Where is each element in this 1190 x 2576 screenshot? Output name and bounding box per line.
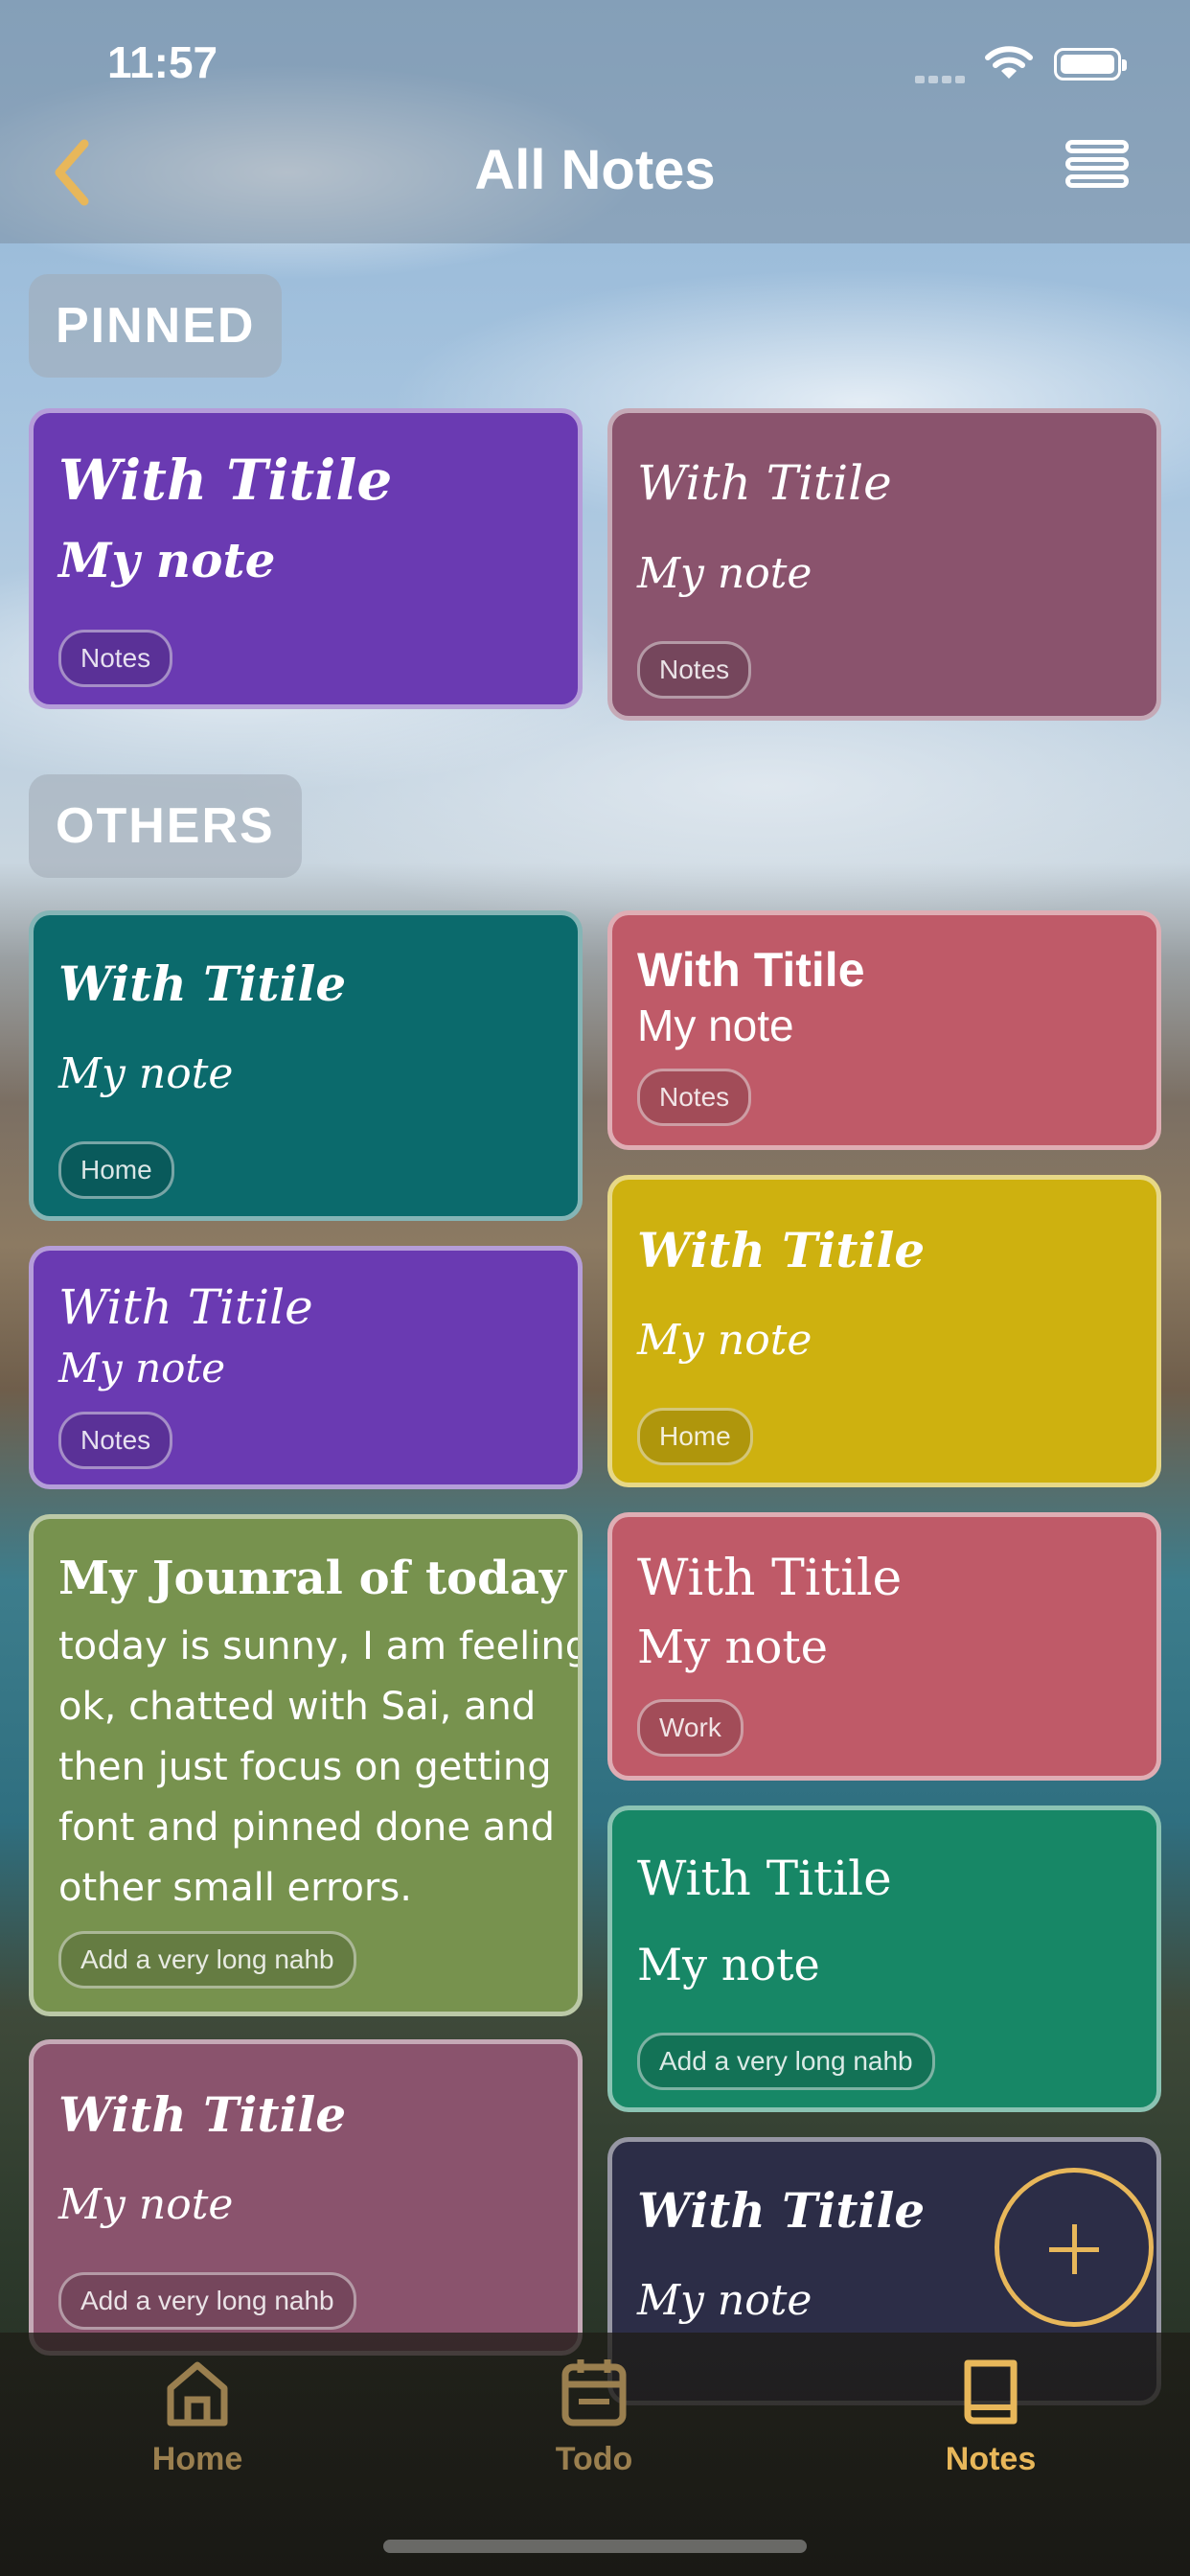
note-body: My note: [637, 549, 812, 598]
note-card[interactable]: My Jounral of today today is sunny, I am…: [29, 1514, 583, 2016]
tab-todo[interactable]: Todo: [498, 2354, 690, 2478]
note-title: With Titile: [637, 1222, 926, 1278]
tab-notes[interactable]: Notes: [895, 2354, 1087, 2478]
note-title: With Titile: [58, 1279, 313, 1335]
note-body: My note: [58, 532, 276, 588]
note-body: My note: [637, 1316, 812, 1365]
note-body: My note: [637, 2276, 812, 2325]
battery-icon: [1054, 48, 1127, 80]
note-tag[interactable]: Home: [637, 1408, 753, 1465]
page-title: All Notes: [474, 139, 716, 201]
note-tag[interactable]: Notes: [637, 1069, 752, 1126]
note-card[interactable]: With Titile My note Notes: [607, 910, 1161, 1150]
note-card[interactable]: With Titile My note Notes: [29, 1246, 583, 1489]
home-icon: [167, 2361, 228, 2426]
note-title: My Jounral of today: [58, 1552, 566, 1605]
add-note-button[interactable]: [995, 2168, 1154, 2327]
note-tag[interactable]: Add a very long nahb: [637, 2033, 935, 2090]
wifi-icon: [985, 46, 1033, 79]
note-tag[interactable]: Notes: [58, 630, 173, 687]
note-body: My note: [637, 1621, 829, 1674]
note-body: today is sunny, I am feeling ok, chatted…: [58, 1624, 583, 1910]
book-icon: [964, 2359, 1018, 2425]
status-time: 11:57: [107, 37, 218, 87]
note-card[interactable]: With Titile My note Work: [607, 1512, 1161, 1781]
cellular-signal-icon: [915, 71, 969, 83]
note-card[interactable]: With Titile My note Notes: [29, 408, 583, 709]
note-title: With Titile: [637, 1851, 892, 1906]
note-body: My note: [637, 1000, 794, 1050]
note-title: With Titile: [58, 2086, 347, 2143]
home-indicator[interactable]: [383, 2540, 807, 2553]
section-label-pinned: PINNED: [29, 274, 283, 378]
note-tag[interactable]: Work: [637, 1699, 744, 1757]
note-body: My note: [637, 1939, 820, 1990]
layout-menu-icon[interactable]: [1065, 140, 1129, 205]
calendar-icon: [561, 2359, 627, 2426]
note-tag[interactable]: Add a very long nahb: [58, 2272, 356, 2330]
note-card[interactable]: With Titile My note Add a very long nahb: [29, 2039, 583, 2356]
note-tag[interactable]: Notes: [637, 641, 752, 699]
tab-label: Home: [151, 2441, 243, 2477]
note-body: My note: [58, 1345, 226, 1392]
tab-bar: Home Todo Notes: [0, 2333, 1190, 2576]
note-title: With Titile: [637, 943, 865, 997]
section-label-others: OTHERS: [29, 774, 302, 878]
note-title: With Titile: [637, 455, 892, 511]
note-body: My note: [58, 2180, 234, 2229]
note-title: With Titile: [58, 448, 393, 513]
note-card[interactable]: With Titile My note Add a very long nahb: [607, 1806, 1161, 2112]
tab-label: Notes: [945, 2441, 1037, 2477]
note-title: With Titile: [637, 1550, 903, 1607]
note-tag[interactable]: Home: [58, 1141, 174, 1199]
note-title: With Titile: [58, 955, 347, 1012]
tab-label: Todo: [555, 2441, 633, 2477]
note-card[interactable]: With Titile My note Home: [607, 1175, 1161, 1487]
note-card[interactable]: With Titile My note Home: [29, 910, 583, 1221]
note-body: My note: [58, 1049, 234, 1098]
note-title: With Titile: [637, 2182, 926, 2239]
header: 11:57 All Notes: [0, 0, 1190, 243]
tab-home[interactable]: Home: [102, 2354, 293, 2478]
note-tag[interactable]: Add a very long nahb: [58, 1931, 356, 1989]
note-card[interactable]: With Titile My note Notes: [607, 408, 1161, 721]
note-tag[interactable]: Notes: [58, 1412, 173, 1469]
